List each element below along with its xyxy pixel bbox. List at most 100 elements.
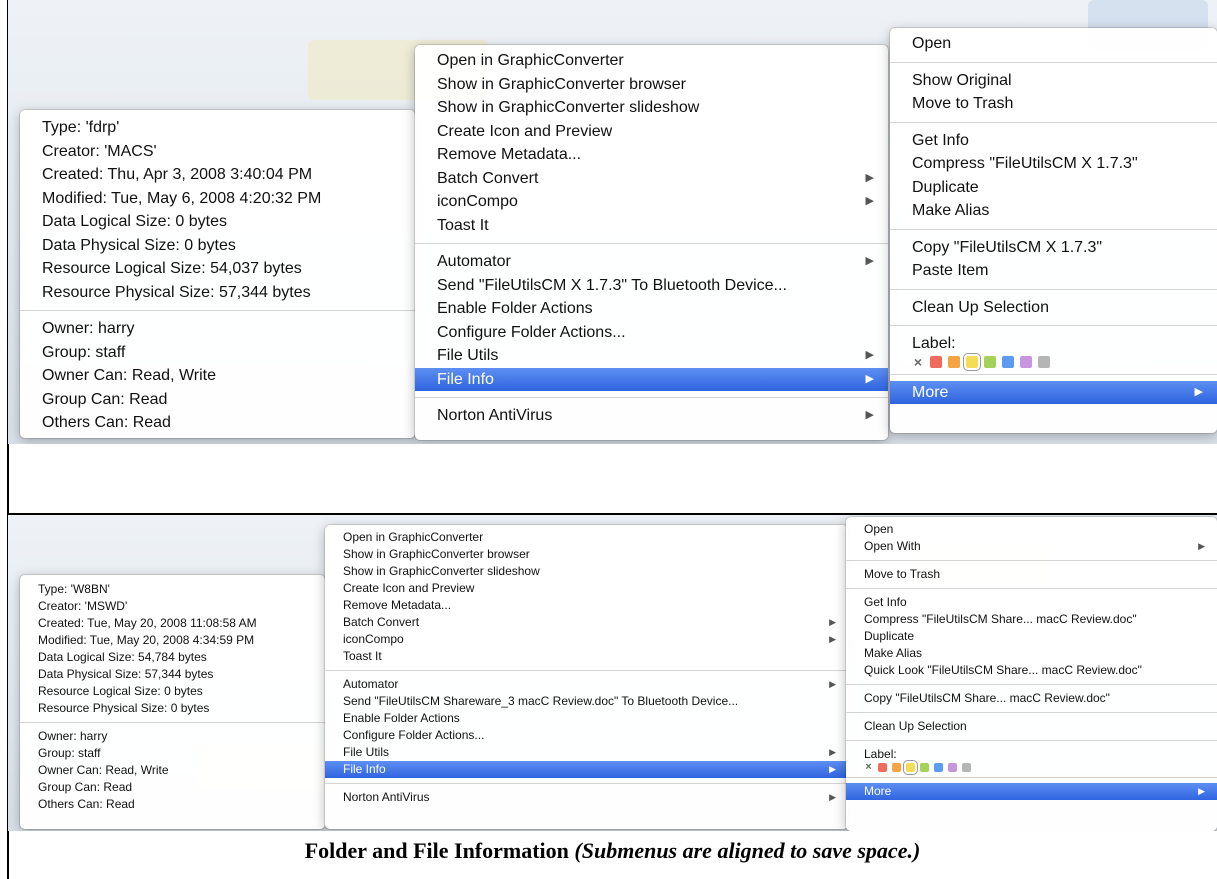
submenu-arrow-icon: ▶	[865, 372, 874, 385]
menu-item-open-in-graphicconverter[interactable]: Open in GraphicConverter	[325, 529, 848, 546]
menu-item-get-info[interactable]: Get Info	[846, 594, 1217, 611]
label-swatch-red[interactable]	[930, 355, 942, 368]
menu-item-make-alias[interactable]: Make Alias	[846, 645, 1217, 662]
menu-item-configure-folder-actions[interactable]: Configure Folder Actions...	[415, 321, 888, 345]
label-swatch-purple[interactable]	[948, 763, 957, 772]
submenu-arrow-icon: ▶	[1198, 786, 1205, 796]
menu-item-batch-convert[interactable]: Batch Convert ▶	[325, 614, 848, 631]
menu-item-norton-antivirus[interactable]: Norton AntiVirus ▶	[325, 789, 848, 806]
info-line-data-logical-size-0-bytes: Data Logical Size: 0 bytes	[20, 210, 415, 234]
menu-item-open[interactable]: Open	[846, 521, 1217, 538]
menu-item-label: More	[864, 784, 892, 798]
label-swatch-gray[interactable]	[962, 763, 971, 772]
menu-item-create-icon-and-preview[interactable]: Create Icon and Preview	[325, 580, 848, 597]
menu-item-file-info[interactable]: File Info ▶	[415, 367, 888, 391]
menu-item-enable-folder-actions[interactable]: Enable Folder Actions	[415, 297, 888, 321]
submenu-arrow-icon: ▶	[829, 617, 836, 627]
menu-item-move-to-trash[interactable]: Move to Trash	[890, 92, 1217, 116]
menu-item-get-info[interactable]: Get Info	[890, 129, 1217, 153]
menu-item-create-icon-and-preview[interactable]: Create Icon and Preview	[415, 120, 888, 144]
menu-item-remove-metadata[interactable]: Remove Metadata...	[325, 597, 848, 614]
menu-item-configure-folder-actions[interactable]: Configure Folder Actions...	[325, 727, 848, 744]
menu-item-move-to-trash[interactable]: Move to Trash	[846, 566, 1217, 583]
menu-item-open[interactable]: Open	[890, 32, 1217, 56]
menu-item-duplicate[interactable]: Duplicate	[890, 176, 1217, 200]
menu-item-label: Make Alias	[912, 202, 990, 219]
label-swatch-blue[interactable]	[934, 763, 943, 772]
label-swatch-gray[interactable]	[1038, 355, 1050, 368]
menu-item-toast-it[interactable]: Toast It	[325, 648, 848, 665]
context-menu: Open in GraphicConverter Show in GraphicC…	[415, 45, 888, 440]
menu-item-iconcompo[interactable]: iconCompo ▶	[325, 631, 848, 648]
menu-item-send-fileutilscm-shareware-3-macc-review[interactable]: Send "FileUtilsCM Shareware_3 macC Revie…	[325, 693, 848, 710]
menu-item-compress-fileutilscm-share-macc-review-d[interactable]: Compress "FileUtilsCM Share... macC Revi…	[846, 611, 1217, 628]
menu-item-iconcompo[interactable]: iconCompo ▶	[415, 190, 888, 214]
menu-item-show-in-graphicconverter-slideshow[interactable]: Show in GraphicConverter slideshow	[325, 563, 848, 580]
label-swatch-orange[interactable]	[948, 355, 960, 368]
menu-item-label: Move to Trash	[912, 95, 1014, 112]
info-text: Resource Logical Size: 0 bytes	[38, 684, 203, 698]
label-swatch-orange[interactable]	[892, 763, 901, 772]
menu-item-paste-item[interactable]: Paste Item	[890, 259, 1217, 283]
menu-item-more[interactable]: More ▶	[846, 783, 1217, 800]
menu-item-make-alias[interactable]: Make Alias	[890, 199, 1217, 223]
menu-item-clean-up-selection[interactable]: Clean Up Selection	[846, 718, 1217, 735]
menu-item-label: Open With	[864, 539, 921, 553]
menu-item-show-in-graphicconverter-browser[interactable]: Show in GraphicConverter browser	[325, 546, 848, 563]
menu-item-file-utils[interactable]: File Utils ▶	[415, 344, 888, 368]
label-title: Label:	[912, 335, 956, 352]
label-swatch-green[interactable]	[920, 763, 929, 772]
label-swatch-green[interactable]	[984, 355, 996, 368]
info-line-resource-physical-size-57-344-bytes: Resource Physical Size: 57,344 bytes	[20, 281, 415, 305]
menu-item-show-in-graphicconverter-browser[interactable]: Show in GraphicConverter browser	[415, 73, 888, 97]
info-line-type-fdrp: Type: 'fdrp'	[20, 116, 415, 140]
label-swatch-none[interactable]: ×	[864, 762, 873, 773]
menu-item-clean-up-selection[interactable]: Clean Up Selection	[890, 296, 1217, 320]
menu-item-compress-fileutilscm-x-1-7-3[interactable]: Compress "FileUtilsCM X 1.7.3"	[890, 152, 1217, 176]
info-line-data-physical-size-0-bytes: Data Physical Size: 0 bytes	[20, 234, 415, 258]
menu-item-toast-it[interactable]: Toast It	[415, 214, 888, 238]
menu-item-label: File Utils	[437, 347, 499, 364]
info-line-type-w8bn: Type: 'W8BN'	[20, 581, 325, 598]
menu-item-label: Configure Folder Actions...	[437, 323, 626, 341]
label-swatch-yellow[interactable]	[963, 352, 981, 371]
info-text: Modified: Tue, May 6, 2008 4:20:32 PM	[42, 189, 322, 207]
info-text: Owner Can: Read, Write	[38, 763, 169, 777]
menu-item-automator[interactable]: Automator ▶	[325, 676, 848, 693]
menu-item-label: Get Info	[912, 131, 969, 149]
menu-item-copy-fileutilscm-share-macc-review-doc[interactable]: Copy "FileUtilsCM Share... macC Review.d…	[846, 690, 1217, 707]
menu-item-file-info[interactable]: File Info ▶	[325, 761, 848, 778]
menu-item-norton-antivirus[interactable]: Norton AntiVirus ▶	[415, 404, 888, 428]
info-text: Data Logical Size: 54,784 bytes	[38, 650, 207, 664]
label-swatch-blue[interactable]	[1002, 355, 1014, 368]
menu-separator	[415, 397, 888, 398]
label-swatch-red[interactable]	[878, 763, 887, 772]
menu-item-remove-metadata[interactable]: Remove Metadata...	[415, 143, 888, 167]
menu-item-duplicate[interactable]: Duplicate	[846, 628, 1217, 645]
info-text: Group: staff	[38, 746, 101, 760]
menu-item-file-utils[interactable]: File Utils ▶	[325, 744, 848, 761]
menu-item-more[interactable]: More ▶	[890, 380, 1217, 404]
menu-item-copy-fileutilscm-x-1-7-3[interactable]: Copy "FileUtilsCM X 1.7.3"	[890, 236, 1217, 260]
file-info-submenu: Type: 'W8BN' Creator: 'MSWD' Created: Tue,…	[20, 575, 325, 829]
menu-item-open-in-graphicconverter[interactable]: Open in GraphicConverter	[415, 49, 888, 73]
menu-item-label: Enable Folder Actions	[343, 711, 460, 725]
menu-item-open-with[interactable]: Open With ▶	[846, 538, 1217, 555]
menu-item-show-in-graphicconverter-slideshow[interactable]: Show in GraphicConverter slideshow	[415, 96, 888, 120]
submenu-arrow-icon: ▶	[829, 747, 836, 757]
menu-item-send-fileutilscm-x-1-7-3-to-bluetooth-de[interactable]: Send "FileUtilsCM X 1.7.3" To Bluetooth …	[415, 274, 888, 298]
menu-item-label: Norton AntiVirus	[343, 790, 430, 804]
menu-item-automator[interactable]: Automator ▶	[415, 250, 888, 274]
menu-item-quick-look-fileutilscm-share-macc-review[interactable]: Quick Look "FileUtilsCM Share... macC Re…	[846, 662, 1217, 679]
info-text: Resource Physical Size: 57,344 bytes	[42, 283, 311, 301]
menu-item-batch-convert[interactable]: Batch Convert ▶	[415, 167, 888, 191]
menu-item-label: Open in GraphicConverter	[343, 530, 484, 544]
menu-item-label: Compress "FileUtilsCM Share... macC Revi…	[864, 612, 1137, 626]
label-swatch-yellow[interactable]	[903, 760, 918, 775]
menu-item-label: Automator	[343, 677, 399, 691]
label-swatch-purple[interactable]	[1020, 355, 1032, 368]
menu-item-show-original[interactable]: Show Original	[890, 69, 1217, 93]
info-text: Resource Logical Size: 54,037 bytes	[42, 260, 302, 277]
label-swatch-none[interactable]: ×	[912, 355, 924, 369]
menu-item-enable-folder-actions[interactable]: Enable Folder Actions	[325, 710, 848, 727]
